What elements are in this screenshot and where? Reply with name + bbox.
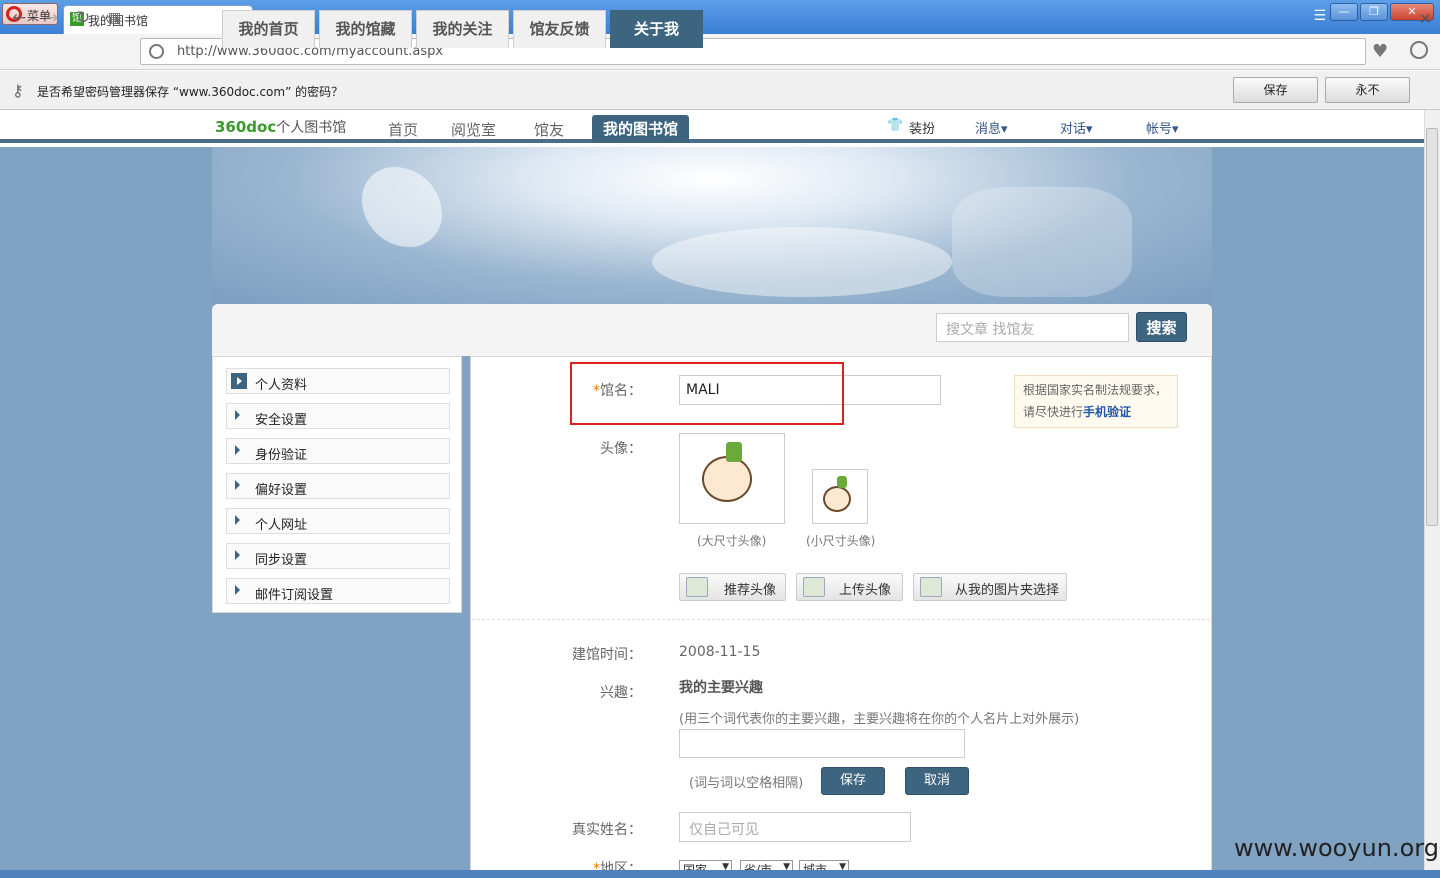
flowers-image — [952, 187, 1132, 297]
arrow-icon — [235, 480, 240, 490]
recommend-icon — [686, 577, 708, 597]
avatar-label: 头像： — [600, 441, 642, 457]
created-label: 建馆时间： — [572, 647, 642, 663]
sidebar-item-verification[interactable]: 身份验证 — [226, 438, 450, 464]
taskbar — [0, 870, 1440, 878]
realname-input[interactable]: 仅自己可见 — [679, 812, 911, 842]
interest-title: 我的主要兴趣 — [679, 680, 763, 696]
small-avatar — [812, 469, 868, 524]
interest-separator-hint: (词与词以空格相隔) — [689, 776, 804, 791]
created-value: 2008-11-15 — [679, 644, 761, 660]
verification-notice: 根据国家实名制法规要求， 请尽快进行手机验证 — [1014, 375, 1178, 428]
password-save-bar: ⚷ 是否希望密码管理器保存 “www.360doc.com” 的密码？ 保存 永… — [0, 71, 1440, 110]
password-prompt: 是否希望密码管理器保存 “www.360doc.com” 的密码？ — [37, 85, 344, 99]
arrow-icon — [235, 550, 240, 560]
arrow-icon — [235, 515, 240, 525]
header-banner — [212, 147, 1212, 304]
key-icon: ⚷ — [12, 81, 24, 100]
sidebar-item-profile[interactable]: 个人资料 — [226, 368, 450, 394]
sidebar-item-email-subscription[interactable]: 邮件订阅设置 — [226, 578, 450, 604]
tab-about-me[interactable]: 关于我 — [610, 10, 703, 48]
maximize-icon[interactable]: ❐ — [1360, 3, 1388, 21]
interest-input[interactable] — [679, 729, 965, 758]
profile-form — [470, 356, 1212, 878]
tab-my-following[interactable]: 我的关注 — [416, 10, 509, 48]
reload-icon[interactable]: ↻ — [76, 8, 90, 28]
nav-home[interactable]: 首页 — [388, 119, 418, 140]
back-icon[interactable]: ← — [12, 8, 26, 28]
nav-messages[interactable]: 消息▾ — [975, 118, 1008, 137]
album-icon — [920, 577, 942, 597]
sidebar-item-sync[interactable]: 同步设置 — [226, 543, 450, 569]
speed-dial-icon[interactable]: ▦ — [108, 10, 121, 26]
interest-cancel-button[interactable]: 取消 — [905, 767, 969, 795]
scrollbar-thumb[interactable] — [1426, 128, 1438, 526]
nav-friends[interactable]: 馆友 — [534, 119, 564, 140]
account-icon[interactable] — [1410, 41, 1428, 59]
tab-menu-icon[interactable]: ☰ — [1313, 8, 1326, 24]
cloud-image — [652, 227, 952, 297]
sidebar-item-preferences[interactable]: 偏好设置 — [226, 473, 450, 499]
nav-chat[interactable]: 对话▾ — [1060, 118, 1093, 137]
arrow-icon — [235, 445, 240, 455]
tab-feedback[interactable]: 馆友反馈 — [513, 10, 606, 48]
site-logo[interactable]: 360doc个人图书馆 — [215, 117, 346, 137]
site-header — [0, 110, 1424, 143]
sidebar-item-security[interactable]: 安全设置 — [226, 403, 450, 429]
tab-my-home[interactable]: 我的首页 — [222, 10, 315, 48]
sidebar-item-personal-url[interactable]: 个人网址 — [226, 508, 450, 534]
recommend-avatar-button[interactable]: 推荐头像 — [679, 573, 786, 601]
shirt-icon: 👕 — [887, 118, 904, 133]
forward-icon[interactable]: → — [44, 8, 58, 28]
tab-my-collection[interactable]: 我的馆藏 — [319, 10, 412, 48]
realname-label: 真实姓名： — [572, 822, 642, 838]
arrow-icon — [231, 373, 247, 389]
close-bar-icon[interactable]: ✕ — [1419, 10, 1432, 28]
bookmark-heart-icon[interactable]: ♥ — [1372, 41, 1388, 62]
upload-icon — [803, 577, 825, 597]
never-save-button[interactable]: 永不 — [1325, 77, 1410, 103]
small-avatar-caption: (小尺寸头像) — [806, 534, 876, 548]
large-avatar — [679, 433, 785, 524]
nav-my-library[interactable]: 我的图书馆 — [592, 115, 689, 143]
globe-icon — [149, 44, 164, 59]
pick-from-album-button[interactable]: 从我的图片夹选择 — [913, 573, 1067, 601]
phone-verify-link[interactable]: 手机验证 — [1083, 405, 1131, 419]
arrow-icon — [235, 410, 240, 420]
interest-label: 兴趣： — [600, 685, 642, 701]
minimize-icon[interactable]: — — [1330, 3, 1358, 21]
large-avatar-caption: (大尺寸头像) — [697, 534, 767, 548]
interest-hint: (用三个词代表你的主要兴趣，主要兴趣将在你的个人名片上对外展示) — [679, 712, 1080, 727]
nav-account[interactable]: 帐号▾ — [1146, 118, 1179, 137]
highlight-box — [570, 362, 844, 425]
save-password-button[interactable]: 保存 — [1233, 77, 1318, 103]
nav-dress-up[interactable]: 装扮 — [909, 118, 935, 137]
watermark: www.wooyun.org — [1234, 834, 1439, 862]
nav-reading-room[interactable]: 阅览室 — [451, 119, 496, 140]
search-button[interactable]: 搜索 — [1136, 312, 1187, 342]
form-divider — [472, 619, 1210, 620]
butterfly-image — [362, 167, 442, 247]
interest-save-button[interactable]: 保存 — [821, 767, 885, 795]
arrow-icon — [235, 585, 240, 595]
search-input[interactable]: 搜文章 找馆友 — [936, 313, 1129, 342]
settings-sidebar: 个人资料 安全设置 身份验证 偏好设置 个人网址 同步设置 邮件订阅设置 — [212, 356, 462, 613]
upload-avatar-button[interactable]: 上传头像 — [796, 573, 903, 601]
